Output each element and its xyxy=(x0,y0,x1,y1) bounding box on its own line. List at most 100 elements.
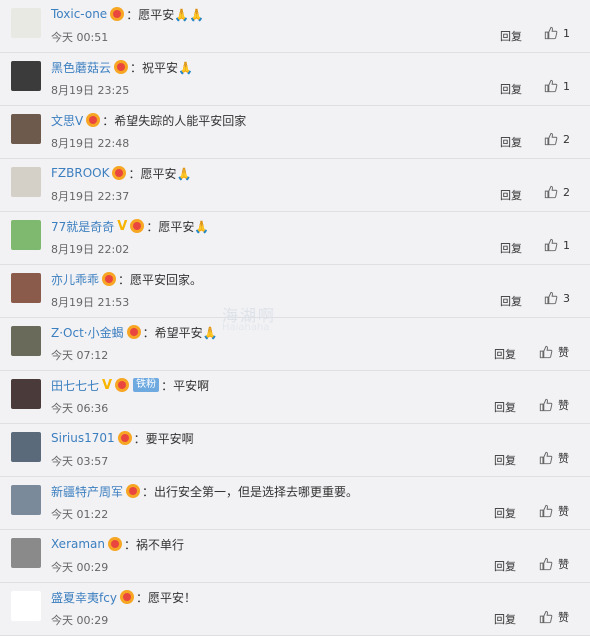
comment-line: Toxic-one ：愿平安🙏🙏 xyxy=(51,5,204,23)
like-button[interactable]: 赞 xyxy=(539,556,569,572)
comment-row: Toxic-one ：愿平安🙏🙏 今天 00:51 回复 1 xyxy=(0,0,590,53)
like-button[interactable]: 赞 xyxy=(539,397,569,413)
username-link[interactable]: Xeraman xyxy=(51,537,105,551)
avatar[interactable] xyxy=(11,273,41,303)
comment-text: 愿平安🙏 xyxy=(158,219,210,234)
avatar[interactable] xyxy=(11,379,41,409)
reply-button[interactable]: 回复 xyxy=(494,558,516,574)
comment-row: Xeraman ：祸不单行 今天 00:29 回复 赞 xyxy=(0,530,590,583)
username-link[interactable]: Sirius1701 xyxy=(51,431,115,445)
avatar[interactable] xyxy=(11,538,41,568)
comment-row: Z·Oct·小金蝎 ：希望平安🙏 今天 07:12 回复 赞 xyxy=(0,318,590,371)
vip-badge-icon xyxy=(126,325,141,339)
reply-button[interactable]: 回复 xyxy=(500,187,522,203)
comment-line: 亦儿乖乖 ：愿平安回家。 xyxy=(51,270,202,288)
username-link[interactable]: 77就是奇奇 xyxy=(51,218,114,235)
username-link[interactable]: 文思V xyxy=(51,112,83,129)
vip-badge-icon xyxy=(86,113,101,127)
username-link[interactable]: 盛夏幸夷fcy xyxy=(51,589,117,606)
reply-button[interactable]: 回复 xyxy=(494,346,516,362)
thumbs-up-icon xyxy=(539,504,553,518)
watermark-sub: Haiahaha xyxy=(222,322,270,333)
thumbs-up-icon xyxy=(539,345,553,359)
username-link[interactable]: 黑色蘑菇云 xyxy=(51,59,111,76)
comment-text: 愿平安🙏 xyxy=(140,166,192,181)
comment-row: FZBROOK ：愿平安🙏 8月19日 22:37 回复 2 xyxy=(0,159,590,212)
vip-badge-icon xyxy=(114,60,129,74)
comment-text: 希望平安🙏 xyxy=(154,325,218,340)
like-button[interactable]: 1 xyxy=(544,26,570,40)
comment-row: Sirius1701 ：要平安啊 今天 03:57 回复 赞 xyxy=(0,424,590,477)
avatar[interactable] xyxy=(11,61,41,91)
comment-text: 愿平安！ xyxy=(147,590,196,605)
vip-badge-icon xyxy=(130,219,145,233)
comment-line: 黑色蘑菇云 ：祝平安🙏 xyxy=(51,58,193,76)
comment-line: 文思V ：希望失踪的人能平安回家 xyxy=(51,111,246,129)
like-count: 赞 xyxy=(558,452,569,465)
avatar[interactable] xyxy=(11,8,41,38)
reply-button[interactable]: 回复 xyxy=(500,240,522,256)
comment-time: 8月19日 22:48 xyxy=(51,137,130,150)
reply-button[interactable]: 回复 xyxy=(500,28,522,44)
like-count: 1 xyxy=(563,238,570,252)
thumbs-up-icon xyxy=(539,451,553,465)
vip-badge-icon xyxy=(126,484,141,498)
username-link[interactable]: 亦儿乖乖 xyxy=(51,271,99,288)
comment-row: 亦儿乖乖 ：愿平安回家。 8月19日 21:53 回复 3 xyxy=(0,265,590,318)
avatar[interactable] xyxy=(11,591,41,621)
comment-text: 出行安全第一，但是选择去哪更重要。 xyxy=(154,484,359,499)
colon-separator: ： xyxy=(135,590,148,605)
comment-line: Z·Oct·小金蝎 ：希望平安🙏 xyxy=(51,323,218,341)
comment-time: 8月19日 22:02 xyxy=(51,243,130,256)
vip-badge-icon xyxy=(112,166,127,180)
comment-text: 祸不单行 xyxy=(136,537,185,552)
vip-badge-icon xyxy=(110,7,125,21)
avatar[interactable] xyxy=(11,326,41,356)
avatar[interactable] xyxy=(11,220,41,250)
username-link[interactable]: Toxic-one xyxy=(51,7,107,21)
vip-badge-icon xyxy=(117,431,132,445)
like-button[interactable]: 1 xyxy=(544,79,570,93)
like-count: 2 xyxy=(563,132,570,146)
avatar[interactable] xyxy=(11,485,41,515)
username-link[interactable]: FZBROOK xyxy=(51,166,109,180)
like-button[interactable]: 赞 xyxy=(539,450,569,466)
avatar[interactable] xyxy=(11,432,41,462)
username-link[interactable]: 田七七七 xyxy=(51,377,99,394)
reply-button[interactable]: 回复 xyxy=(494,452,516,468)
like-button[interactable]: 赞 xyxy=(539,503,569,519)
like-count: 赞 xyxy=(558,346,569,359)
like-button[interactable]: 1 xyxy=(544,238,570,252)
reply-button[interactable]: 回复 xyxy=(500,134,522,150)
avatar[interactable] xyxy=(11,114,41,144)
avatar[interactable] xyxy=(11,167,41,197)
reply-button[interactable]: 回复 xyxy=(494,611,516,627)
verified-v-icon: V xyxy=(102,377,113,393)
comment-text: 祝平安🙏 xyxy=(142,60,193,75)
comment-line: 77就是奇奇 V ：愿平安🙏 xyxy=(51,217,209,235)
colon-separator: ： xyxy=(133,431,146,446)
thumbs-up-icon xyxy=(539,557,553,571)
username-link[interactable]: 新疆特产周军 xyxy=(51,483,123,500)
like-count: 赞 xyxy=(558,558,569,571)
reply-button[interactable]: 回复 xyxy=(500,81,522,97)
like-button[interactable]: 赞 xyxy=(539,609,569,625)
thumbs-up-icon xyxy=(544,26,558,40)
reply-button[interactable]: 回复 xyxy=(500,293,522,309)
comment-row: 新疆特产周军 ：出行安全第一，但是选择去哪更重要。 今天 01:22 回复 赞 xyxy=(0,477,590,530)
comment-row: 田七七七 V 铁粉：平安啊 今天 06:36 回复 赞 xyxy=(0,371,590,424)
reply-button[interactable]: 回复 xyxy=(494,399,516,415)
thumbs-up-icon xyxy=(544,79,558,93)
like-button[interactable]: 赞 xyxy=(539,344,569,360)
comment-time: 8月19日 23:25 xyxy=(51,84,130,97)
comment-text: 平安啊 xyxy=(173,378,210,393)
like-button[interactable]: 3 xyxy=(544,291,570,305)
fan-badge: 铁粉 xyxy=(133,378,160,392)
colon-separator: ： xyxy=(102,113,115,128)
reply-button[interactable]: 回复 xyxy=(494,505,516,521)
like-button[interactable]: 2 xyxy=(544,132,570,146)
like-count: 1 xyxy=(563,79,570,93)
username-link[interactable]: Z·Oct·小金蝎 xyxy=(51,324,124,341)
like-button[interactable]: 2 xyxy=(544,185,570,199)
comment-line: 田七七七 V 铁粉：平安啊 xyxy=(51,376,209,394)
